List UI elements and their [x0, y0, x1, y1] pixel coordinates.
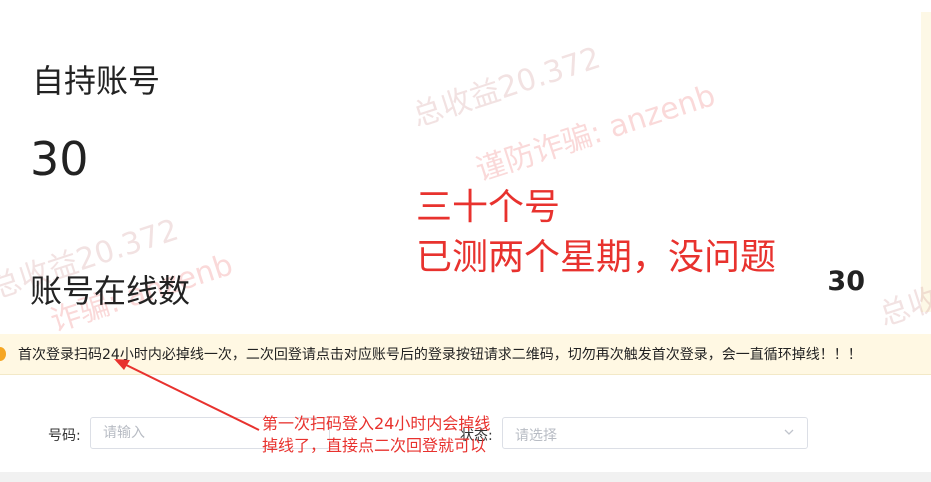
red-arrow-icon — [114, 359, 260, 431]
account-dashboard: 总收益20.372 谨防诈骗: anzenb 总收益20.372 诈骗: anz… — [0, 0, 931, 482]
table-header-strip — [0, 472, 931, 482]
